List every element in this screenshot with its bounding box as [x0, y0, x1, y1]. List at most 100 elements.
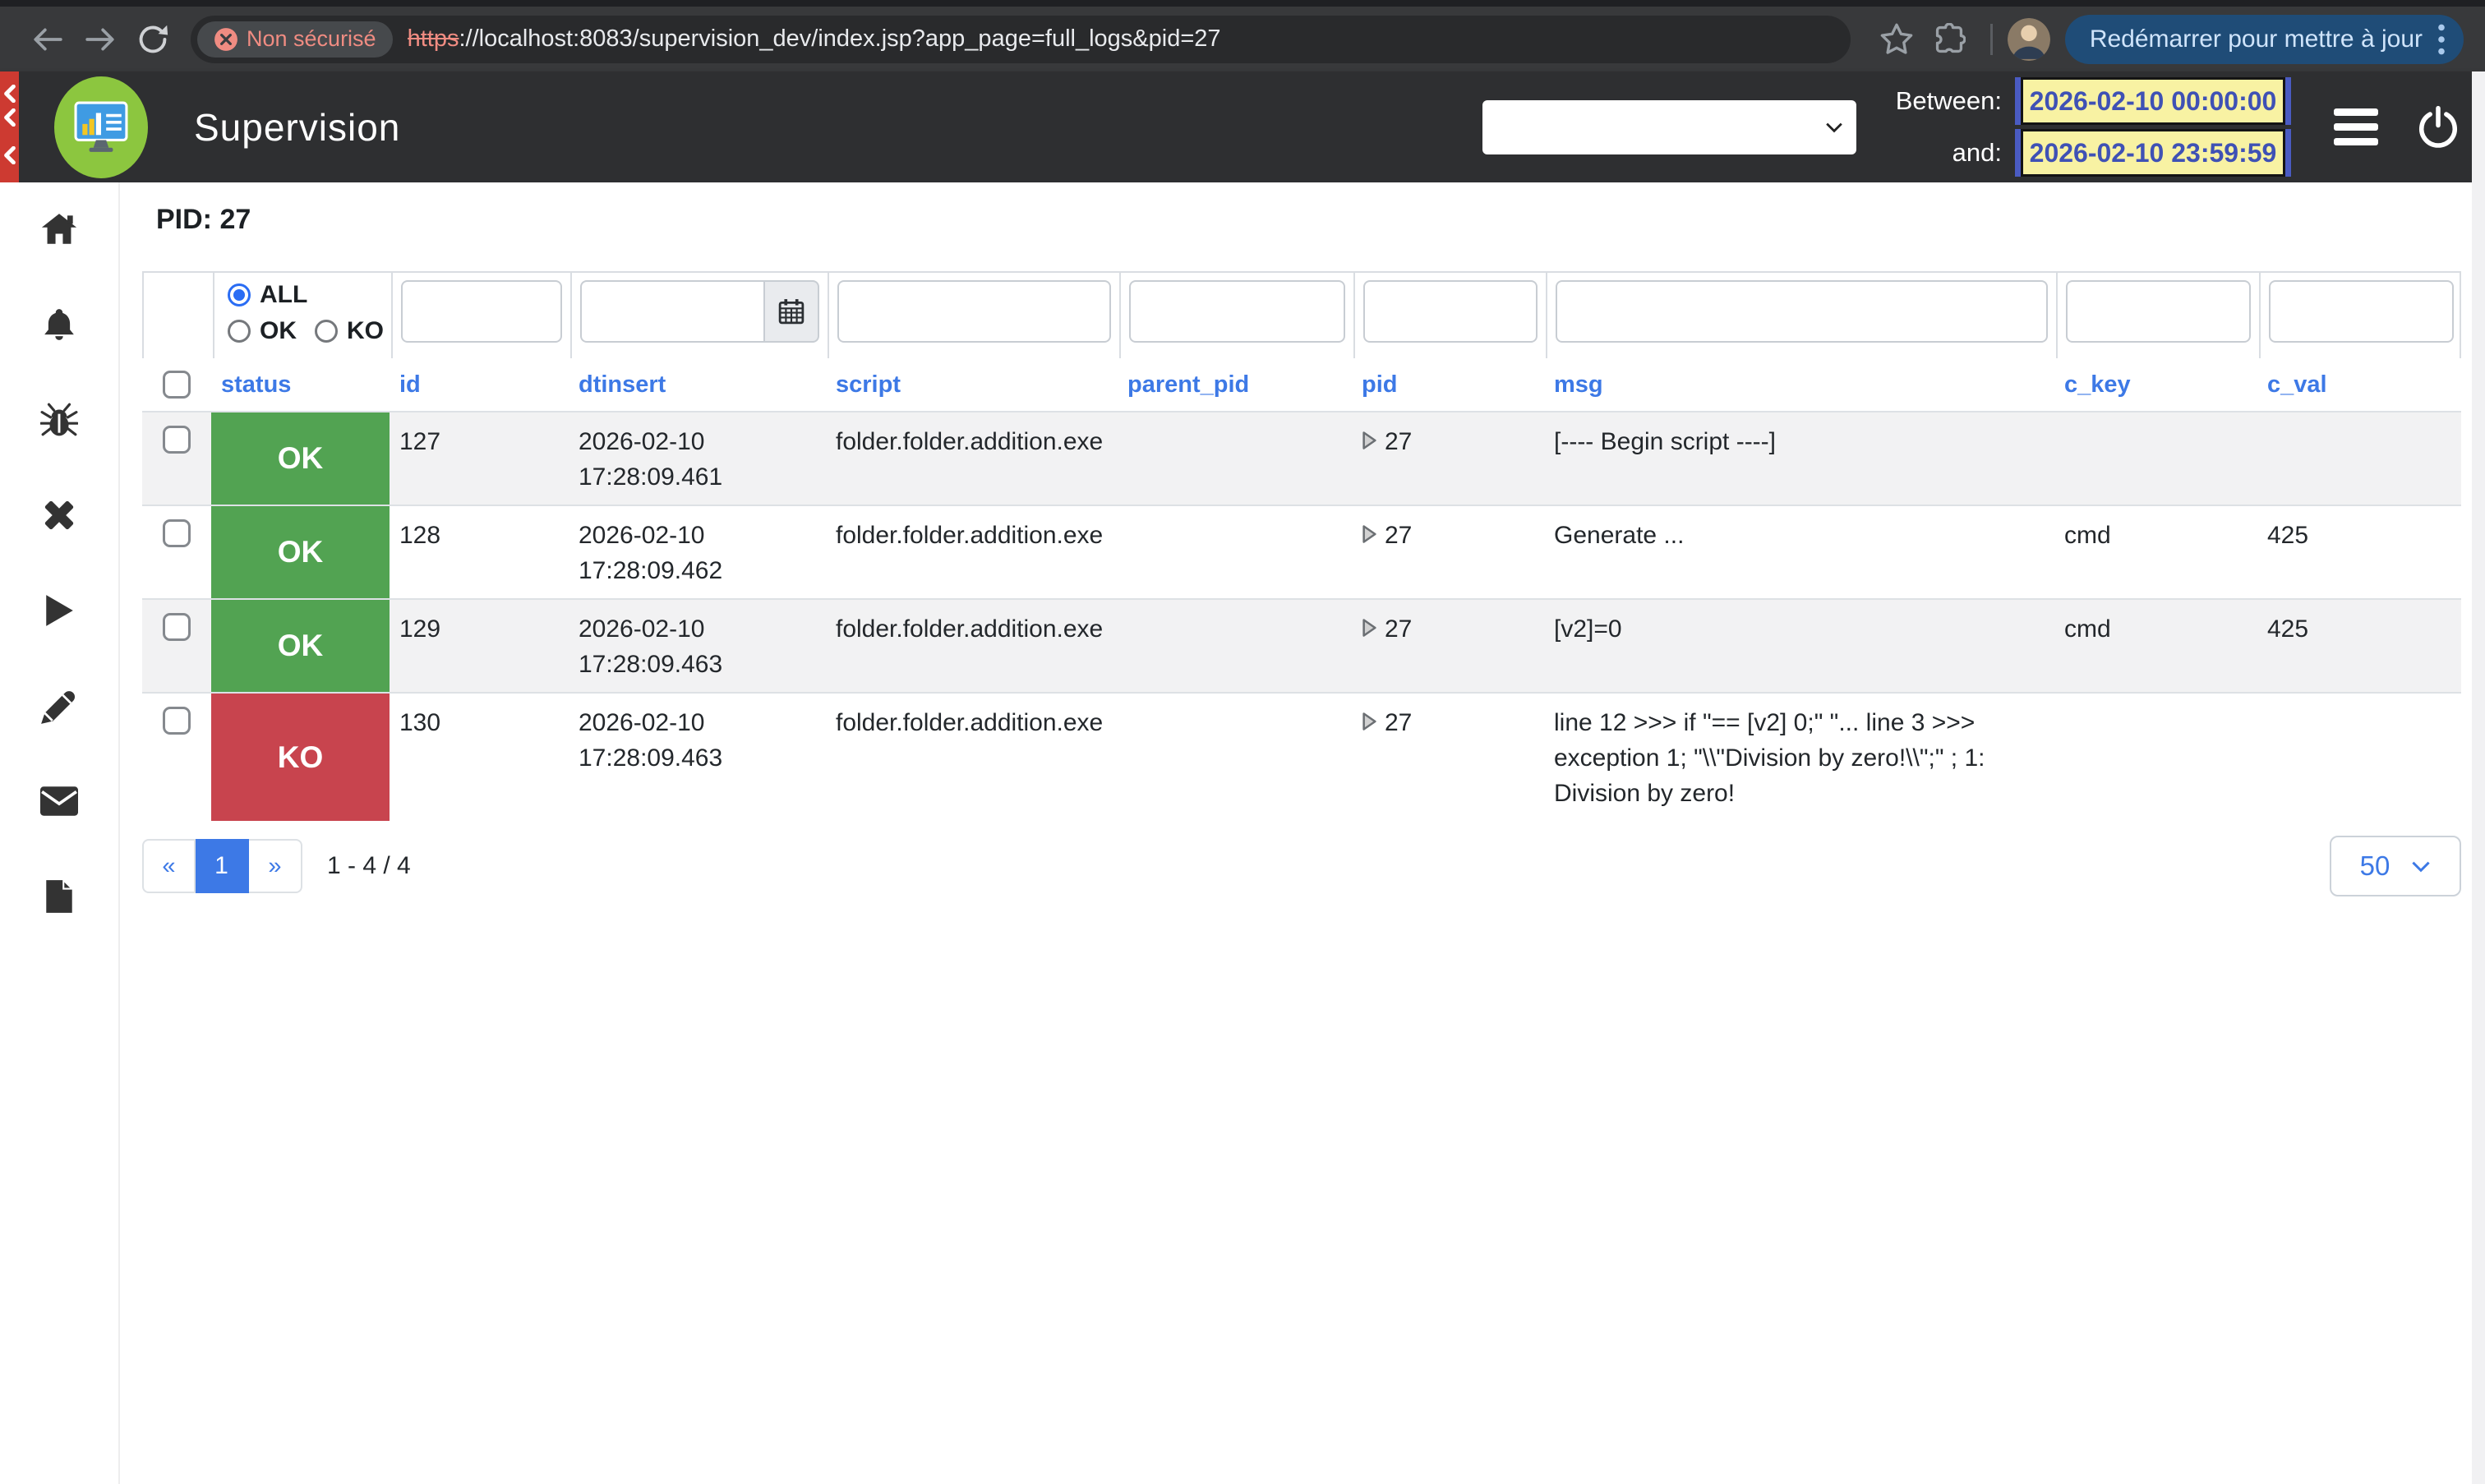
select-all-checkbox[interactable] [163, 371, 191, 399]
process-select[interactable] [1482, 100, 1856, 154]
play-icon[interactable] [40, 593, 78, 628]
table-row: OK 129 2026-02-1017:28:09.463 folder.fol… [142, 598, 2461, 692]
radio-all-icon[interactable] [228, 283, 251, 306]
column-header-id[interactable]: id [390, 371, 569, 399]
back-icon[interactable] [30, 21, 66, 58]
column-header-msg[interactable]: msg [1544, 371, 2054, 399]
extensions-puzzle-icon[interactable] [1931, 21, 1967, 58]
main-content: PID: 27 ALL OK [120, 182, 2485, 1484]
date-from-input[interactable]: 2026-02-10 00:00:00 [2021, 77, 2285, 125]
parent-pid-filter-input[interactable] [1129, 280, 1345, 343]
current-page-button[interactable]: 1 [196, 839, 249, 893]
chevron-left-icon [3, 85, 16, 103]
c-val-filter-input[interactable] [2269, 280, 2454, 343]
envelope-icon[interactable] [40, 784, 78, 818]
profile-avatar[interactable] [2008, 18, 2050, 61]
cell-pid: 27 [1352, 412, 1544, 505]
cell-dtinsert: 2026-02-1017:28:09.462 [569, 506, 826, 598]
row-checkbox[interactable] [163, 707, 191, 735]
cell-pid: 27 [1352, 600, 1544, 692]
status-badge: OK [211, 412, 390, 505]
header-controls: Between: 2026-02-10 00:00:00 and: 2026-0… [1482, 77, 2485, 177]
cell-id: 129 [390, 600, 569, 692]
chevron-down-icon [1825, 122, 1843, 133]
cell-script: folder.folder.addition.exe [826, 412, 1118, 505]
prev-page-button[interactable]: « [142, 839, 196, 893]
column-header-pid[interactable]: pid [1352, 371, 1544, 399]
radio-ko-label: KO [347, 317, 384, 345]
expand-play-icon[interactable] [1362, 618, 1377, 638]
collapse-strip[interactable] [0, 71, 19, 182]
cell-script: folder.folder.addition.exe [826, 600, 1118, 692]
browser-toolbar: Non sécurisé https://localhost:8083/supe… [0, 0, 2485, 71]
radio-all[interactable]: ALL [228, 281, 307, 309]
expand-play-icon[interactable] [1362, 431, 1377, 450]
msg-filter-input[interactable] [1556, 280, 2048, 343]
row-checkbox[interactable] [163, 613, 191, 641]
bug-icon[interactable] [40, 403, 78, 437]
menu-hamburger-icon[interactable] [2334, 108, 2378, 145]
pager: « 1 » [142, 839, 302, 893]
radio-ok[interactable]: OK [228, 317, 297, 345]
cell-id: 127 [390, 412, 569, 505]
chevron-left-icon [3, 108, 16, 127]
home-icon[interactable] [40, 212, 78, 247]
script-filter-cell [828, 273, 1119, 358]
close-icon[interactable] [40, 498, 78, 532]
scrollbar-gutter[interactable] [2472, 71, 2485, 1484]
row-checkbox[interactable] [163, 519, 191, 547]
file-icon[interactable] [40, 879, 78, 914]
column-header-c-key[interactable]: c_key [2054, 371, 2257, 399]
reload-icon[interactable] [135, 21, 171, 58]
column-header-dtinsert[interactable]: dtinsert [569, 371, 826, 399]
date-to-input[interactable]: 2026-02-10 23:59:59 [2021, 129, 2285, 177]
dtinsert-filter-cell [570, 273, 828, 358]
column-header-parent-pid[interactable]: parent_pid [1118, 371, 1352, 399]
column-header-status[interactable]: status [211, 371, 390, 399]
cell-dtinsert: 2026-02-1017:28:09.461 [569, 412, 826, 505]
expand-play-icon[interactable] [1362, 712, 1377, 731]
security-badge[interactable]: Non sécurisé [197, 21, 393, 58]
c-val-filter-cell [2259, 273, 2462, 358]
cell-dtinsert: 2026-02-1017:28:09.463 [569, 600, 826, 692]
forward-icon[interactable] [82, 21, 118, 58]
expand-play-icon[interactable] [1362, 524, 1377, 544]
table-row: KO 130 2026-02-1017:28:09.463 folder.fol… [142, 692, 2461, 821]
url-bar[interactable]: Non sécurisé https://localhost:8083/supe… [191, 16, 1851, 63]
cell-parent-pid [1118, 412, 1352, 505]
security-badge-label: Non sécurisé [247, 26, 376, 52]
column-header-c-val[interactable]: c_val [2257, 371, 2460, 399]
bookmark-star-icon[interactable] [1879, 21, 1915, 58]
cell-script: folder.folder.addition.exe [826, 506, 1118, 598]
radio-ok-icon[interactable] [228, 320, 251, 343]
bell-icon[interactable] [40, 307, 78, 342]
calendar-button[interactable] [763, 280, 819, 343]
pid-filter-input[interactable] [1363, 280, 1538, 343]
radio-ko[interactable]: KO [315, 317, 384, 345]
id-filter-input[interactable] [401, 280, 562, 343]
row-checkbox[interactable] [163, 426, 191, 454]
cell-c-key [2054, 694, 2257, 821]
between-label: Between: [1896, 86, 2002, 116]
c-key-filter-input[interactable] [2066, 280, 2251, 343]
cell-c-key: cmd [2054, 506, 2257, 598]
app-header: Supervision Between: 2026-02-10 00:00:00… [0, 71, 2485, 182]
pencil-icon[interactable] [40, 689, 78, 723]
id-filter-cell [391, 273, 570, 358]
page-size-select[interactable]: 50 [2330, 836, 2461, 896]
page-title: Supervision [194, 105, 400, 150]
date-range: Between: 2026-02-10 00:00:00 and: 2026-0… [1896, 77, 2291, 177]
relaunch-update-button[interactable]: Redémarrer pour mettre à jour [2065, 15, 2464, 64]
script-filter-input[interactable] [837, 280, 1111, 343]
power-icon[interactable] [2416, 105, 2460, 150]
msg-filter-cell [1546, 273, 2056, 358]
dtinsert-filter-input[interactable] [580, 280, 763, 343]
status-badge: OK [211, 506, 390, 598]
relaunch-update-label: Redémarrer pour mettre à jour [2090, 25, 2423, 53]
browser-menu-icon[interactable] [2437, 24, 2446, 55]
column-header-script[interactable]: script [826, 371, 1118, 399]
radio-ko-icon[interactable] [315, 320, 338, 343]
pid-heading: PID: 27 [156, 204, 251, 236]
table-header-row: status id dtinsert script parent_pid pid… [142, 358, 2461, 411]
next-page-button[interactable]: » [249, 839, 302, 893]
